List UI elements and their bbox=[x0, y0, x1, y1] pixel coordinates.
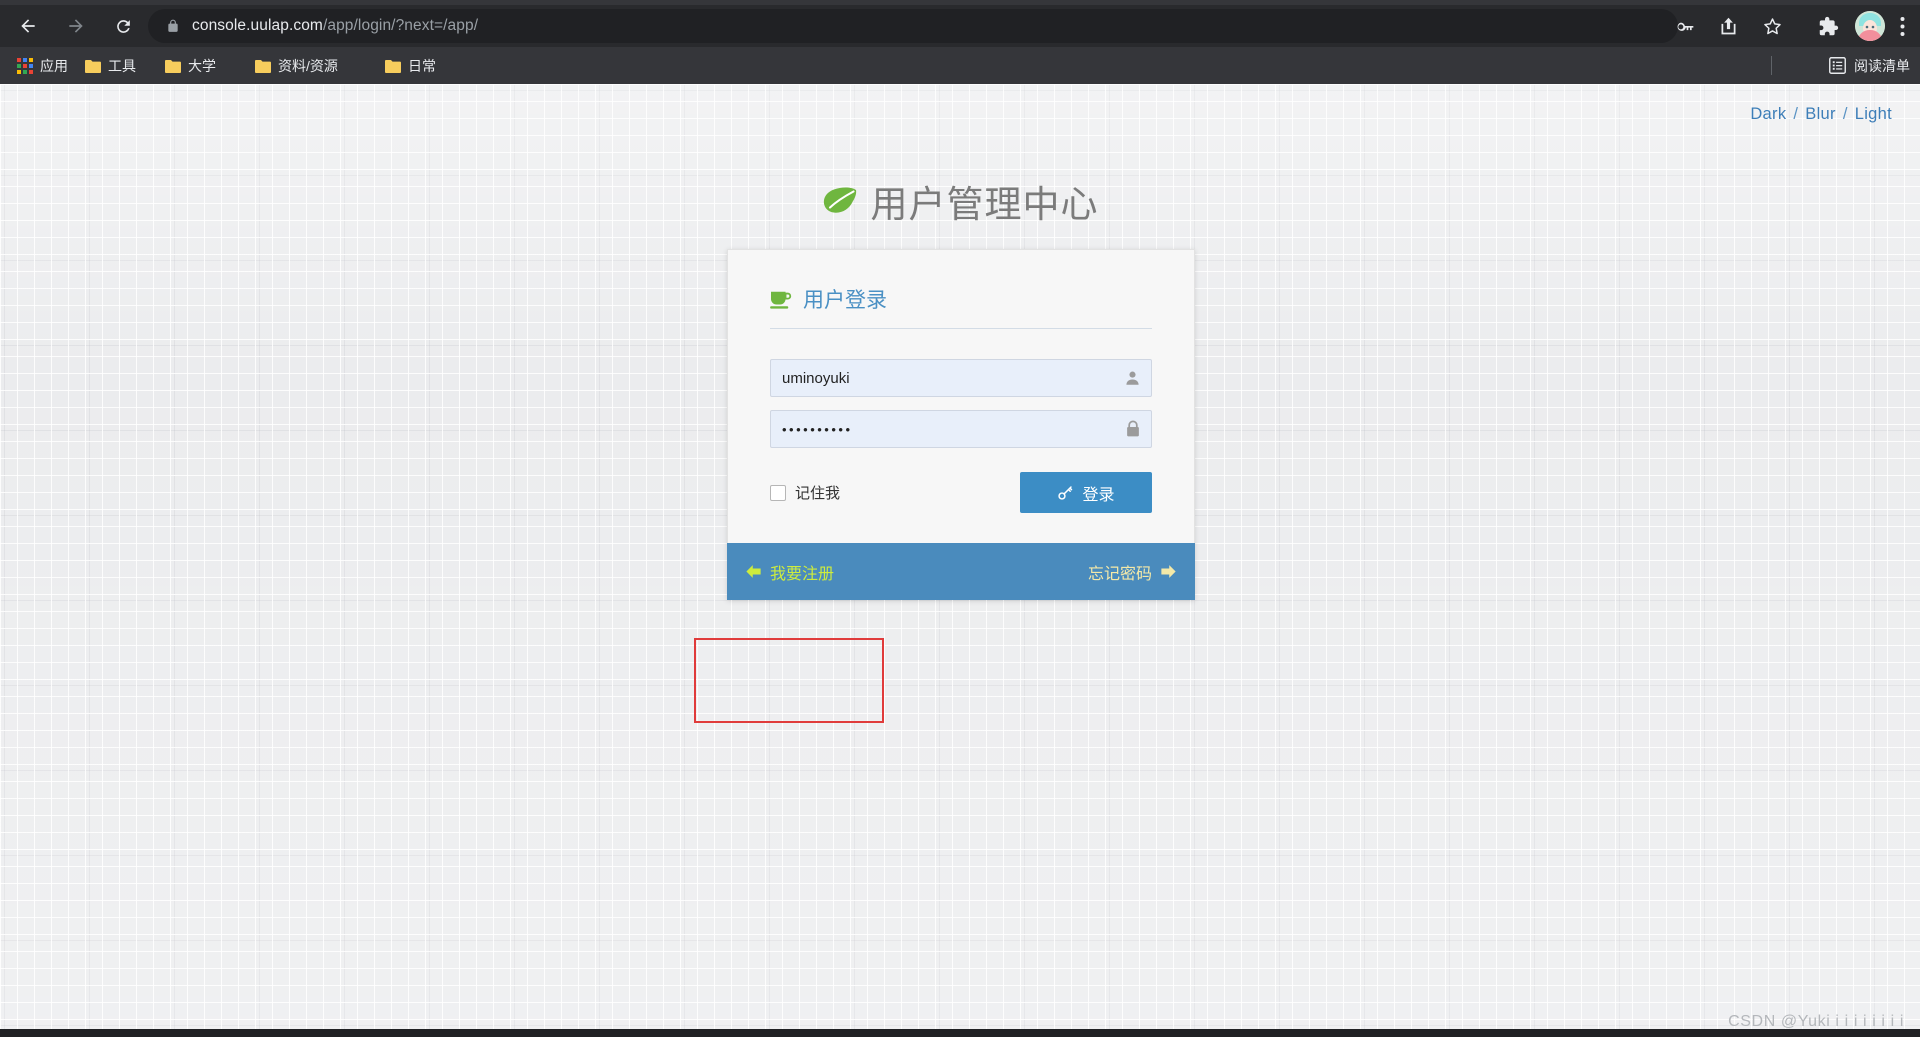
bookmark-item-daily[interactable]: 日常 bbox=[378, 47, 443, 84]
page-viewport: Dark / Blur / Light 用户管理中心 用户登录 uminoyuk… bbox=[0, 84, 1920, 1037]
login-submit-button[interactable]: 登录 bbox=[1020, 472, 1152, 513]
theme-link-dark[interactable]: Dark bbox=[1750, 105, 1786, 123]
reload-icon bbox=[116, 19, 130, 33]
browser-toolbar: console.uulap.com/app/login/?next=/app/ bbox=[0, 5, 1920, 47]
reading-list-button[interactable]: 阅读清单 bbox=[1829, 47, 1910, 84]
bookmark-label: 工具 bbox=[108, 57, 136, 74]
card-heading: 用户登录 bbox=[770, 284, 1152, 328]
login-card-footer: 我要注册 忘记密码 bbox=[727, 543, 1195, 600]
password-input[interactable] bbox=[770, 410, 1152, 448]
coffee-cup-icon bbox=[770, 291, 792, 309]
login-submit-label: 登录 bbox=[1082, 486, 1115, 504]
url-path: /app/login/?next=/app/ bbox=[322, 17, 479, 34]
folder-icon bbox=[385, 59, 401, 73]
chrome-menu-icon[interactable] bbox=[1890, 9, 1914, 43]
reload-button[interactable] bbox=[105, 8, 141, 44]
forgot-password-link[interactable]: 忘记密码 bbox=[1088, 560, 1177, 584]
forward-button[interactable] bbox=[58, 8, 94, 44]
password-field-row bbox=[770, 410, 1152, 448]
url-host: console.uulap.com bbox=[192, 17, 323, 34]
extensions-puzzle-icon[interactable] bbox=[1811, 9, 1845, 43]
address-bar[interactable]: console.uulap.com/app/login/?next=/app/ bbox=[148, 9, 1678, 43]
remember-me-group[interactable]: 记住我 bbox=[770, 482, 840, 503]
form-actions-row: 记住我 登录 bbox=[770, 472, 1152, 513]
card-heading-divider bbox=[770, 328, 1152, 329]
theme-switcher: Dark / Blur / Light bbox=[1750, 105, 1892, 124]
bookmark-star-icon[interactable] bbox=[1755, 9, 1789, 43]
username-input[interactable] bbox=[770, 359, 1152, 397]
password-key-icon[interactable] bbox=[1668, 9, 1702, 43]
reading-list-icon bbox=[1829, 57, 1846, 74]
bookmark-label: 应用 bbox=[40, 57, 68, 74]
window-bottom-bar bbox=[0, 1029, 1920, 1037]
username-field-row bbox=[770, 359, 1152, 397]
lock-icon bbox=[1125, 420, 1141, 438]
arrow-left-icon bbox=[746, 565, 761, 578]
address-bar-url: console.uulap.com/app/login/?next=/app/ bbox=[192, 17, 478, 35]
theme-separator: / bbox=[1793, 105, 1799, 123]
theme-separator: / bbox=[1842, 105, 1848, 123]
user-icon bbox=[1124, 370, 1141, 387]
reading-list-label: 阅读清单 bbox=[1854, 57, 1910, 74]
folder-icon bbox=[85, 59, 101, 73]
page-title: 用户管理中心 bbox=[0, 174, 1920, 228]
profile-avatar[interactable] bbox=[1855, 11, 1885, 41]
bookmark-label: 资料/资源 bbox=[278, 57, 338, 74]
theme-link-light[interactable]: Light bbox=[1855, 105, 1892, 123]
apps-grid-icon bbox=[17, 57, 33, 74]
lock-icon[interactable] bbox=[166, 18, 180, 34]
bookmarks-separator bbox=[1771, 56, 1772, 75]
bookmarks-bar: 应用 工具 大学 资料/资源 日常 阅读清单 bbox=[0, 47, 1920, 84]
remember-me-checkbox[interactable] bbox=[770, 484, 786, 501]
login-card-body: 用户登录 uminoyuki •••••••••• 记住我 登录 bbox=[727, 249, 1195, 543]
page-title-text: 用户管理中心 bbox=[870, 184, 1099, 225]
bookmark-label: 大学 bbox=[188, 57, 216, 74]
forward-arrow-icon bbox=[69, 19, 83, 33]
share-icon[interactable] bbox=[1711, 9, 1745, 43]
register-link-label: 我要注册 bbox=[770, 565, 835, 583]
bookmark-item-tools[interactable]: 工具 bbox=[78, 47, 143, 84]
key-icon bbox=[1058, 485, 1073, 500]
remember-me-label: 记住我 bbox=[795, 485, 841, 502]
watermark: CSDN @Yuki i i i i i i i i bbox=[1728, 1013, 1904, 1030]
annotation-highlight-rectangle bbox=[694, 638, 884, 723]
register-link[interactable]: 我要注册 bbox=[745, 560, 834, 584]
forgot-password-label: 忘记密码 bbox=[1087, 565, 1152, 583]
folder-icon bbox=[255, 59, 271, 73]
theme-link-blur[interactable]: Blur bbox=[1805, 105, 1836, 123]
arrow-right-icon bbox=[1161, 565, 1176, 578]
folder-icon bbox=[165, 59, 181, 73]
card-heading-label: 用户登录 bbox=[803, 289, 887, 312]
bookmark-item-apps[interactable]: 应用 bbox=[10, 47, 75, 84]
bookmark-item-resources[interactable]: 资料/资源 bbox=[248, 47, 345, 84]
back-button[interactable] bbox=[10, 8, 46, 44]
login-card: 用户登录 uminoyuki •••••••••• 记住我 登录 我要注册 忘记… bbox=[727, 249, 1195, 600]
browser-chrome: console.uulap.com/app/login/?next=/app/ bbox=[0, 0, 1920, 84]
bookmark-label: 日常 bbox=[408, 57, 436, 74]
back-arrow-icon bbox=[21, 19, 35, 33]
leaf-icon bbox=[823, 187, 856, 213]
bookmark-item-university[interactable]: 大学 bbox=[158, 47, 223, 84]
